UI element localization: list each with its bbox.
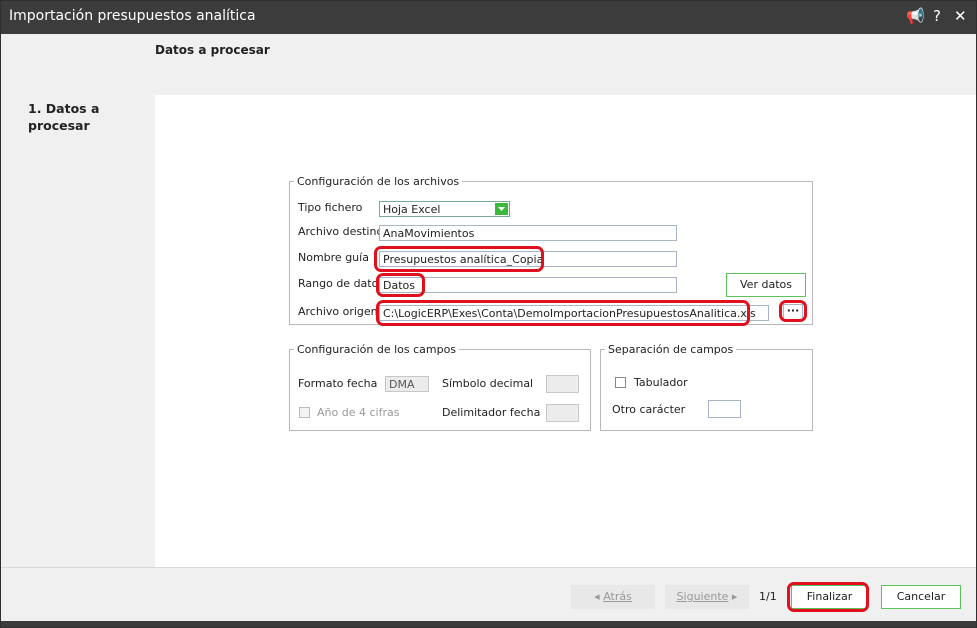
- chevron-down-icon[interactable]: [495, 203, 508, 215]
- otro-caracter-input[interactable]: [708, 400, 741, 418]
- files-config-group: Configuración de los archivos: [289, 175, 813, 325]
- step-title: Datos a procesar: [155, 43, 270, 57]
- ver-datos-button[interactable]: Ver datos: [726, 273, 806, 297]
- simbolo-decimal-label: Símbolo decimal: [442, 377, 534, 390]
- bottom-border: [1, 621, 976, 627]
- rango-dato-label: Rango de dato: [298, 277, 379, 290]
- import-dialog: Importación presupuestos analítica 📢 ? ✕…: [0, 0, 977, 628]
- tabulador-checkbox[interactable]: [615, 377, 626, 388]
- rango-dato-input[interactable]: Datos: [379, 277, 677, 293]
- nombre-guia-input[interactable]: Presupuestos analítica_Copia: [379, 251, 677, 267]
- archivo-destino-label: Archivo destino: [298, 225, 384, 238]
- sidebar-step-1[interactable]: 1. Datos a procesar: [28, 100, 138, 134]
- anio-4-cifras-checkbox[interactable]: [299, 407, 310, 418]
- cancel-button[interactable]: Cancelar: [881, 585, 961, 609]
- tabulador-label: Tabulador: [634, 376, 688, 389]
- delimitador-fecha-input[interactable]: [546, 404, 579, 422]
- next-button[interactable]: Siguiente ▸: [665, 585, 749, 609]
- page-indicator: 1/1: [759, 590, 777, 603]
- files-config-legend: Configuración de los archivos: [297, 175, 460, 188]
- wizard-sidebar: 1. Datos a procesar: [1, 95, 155, 567]
- title-bar: Importación presupuestos analítica 📢 ? ✕: [1, 1, 976, 34]
- archivo-origen-input[interactable]: C:\LogicERP\Exes\Conta\DemoImportacionPr…: [379, 305, 769, 321]
- chevron-right-icon: ▸: [731, 590, 738, 603]
- tipo-fichero-value: Hoja Excel: [383, 203, 441, 216]
- window-title: Importación presupuestos analítica: [9, 8, 256, 24]
- megaphone-icon[interactable]: 📢: [906, 7, 925, 25]
- tipo-fichero-select[interactable]: Hoja Excel: [379, 201, 510, 217]
- nombre-guia-label: Nombre guía: [298, 251, 369, 264]
- separation-group: Separación de campos: [600, 343, 813, 431]
- help-icon[interactable]: ?: [933, 7, 941, 25]
- close-icon[interactable]: ✕: [954, 7, 967, 25]
- tipo-fichero-label: Tipo fichero: [298, 201, 363, 214]
- separation-legend: Separación de campos: [608, 343, 734, 356]
- step-header: Datos a procesar: [1, 34, 976, 95]
- anio-4-cifras-label: Año de 4 cifras: [317, 406, 400, 419]
- formato-fecha-label: Formato fecha: [298, 377, 378, 390]
- formato-fecha-input[interactable]: DMA: [385, 376, 429, 392]
- simbolo-decimal-input[interactable]: [546, 375, 579, 393]
- browse-button[interactable]: ···: [783, 304, 803, 320]
- fields-config-legend: Configuración de los campos: [297, 343, 457, 356]
- content-panel: Configuración de los archivos Tipo fiche…: [155, 95, 976, 567]
- finish-button[interactable]: Finalizar: [791, 585, 868, 609]
- archivo-destino-input[interactable]: AnaMovimientos: [379, 225, 677, 241]
- otro-caracter-label: Otro carácter: [612, 403, 686, 416]
- chevron-left-icon: ◂: [594, 590, 604, 603]
- wizard-footer: ◂ Atrás Siguiente ▸ 1/1 Finalizar Cancel…: [1, 567, 976, 622]
- delimitador-fecha-label: Delimitador fecha: [442, 406, 541, 419]
- archivo-origen-label: Archivo origen: [298, 305, 378, 318]
- back-button[interactable]: ◂ Atrás: [571, 585, 655, 609]
